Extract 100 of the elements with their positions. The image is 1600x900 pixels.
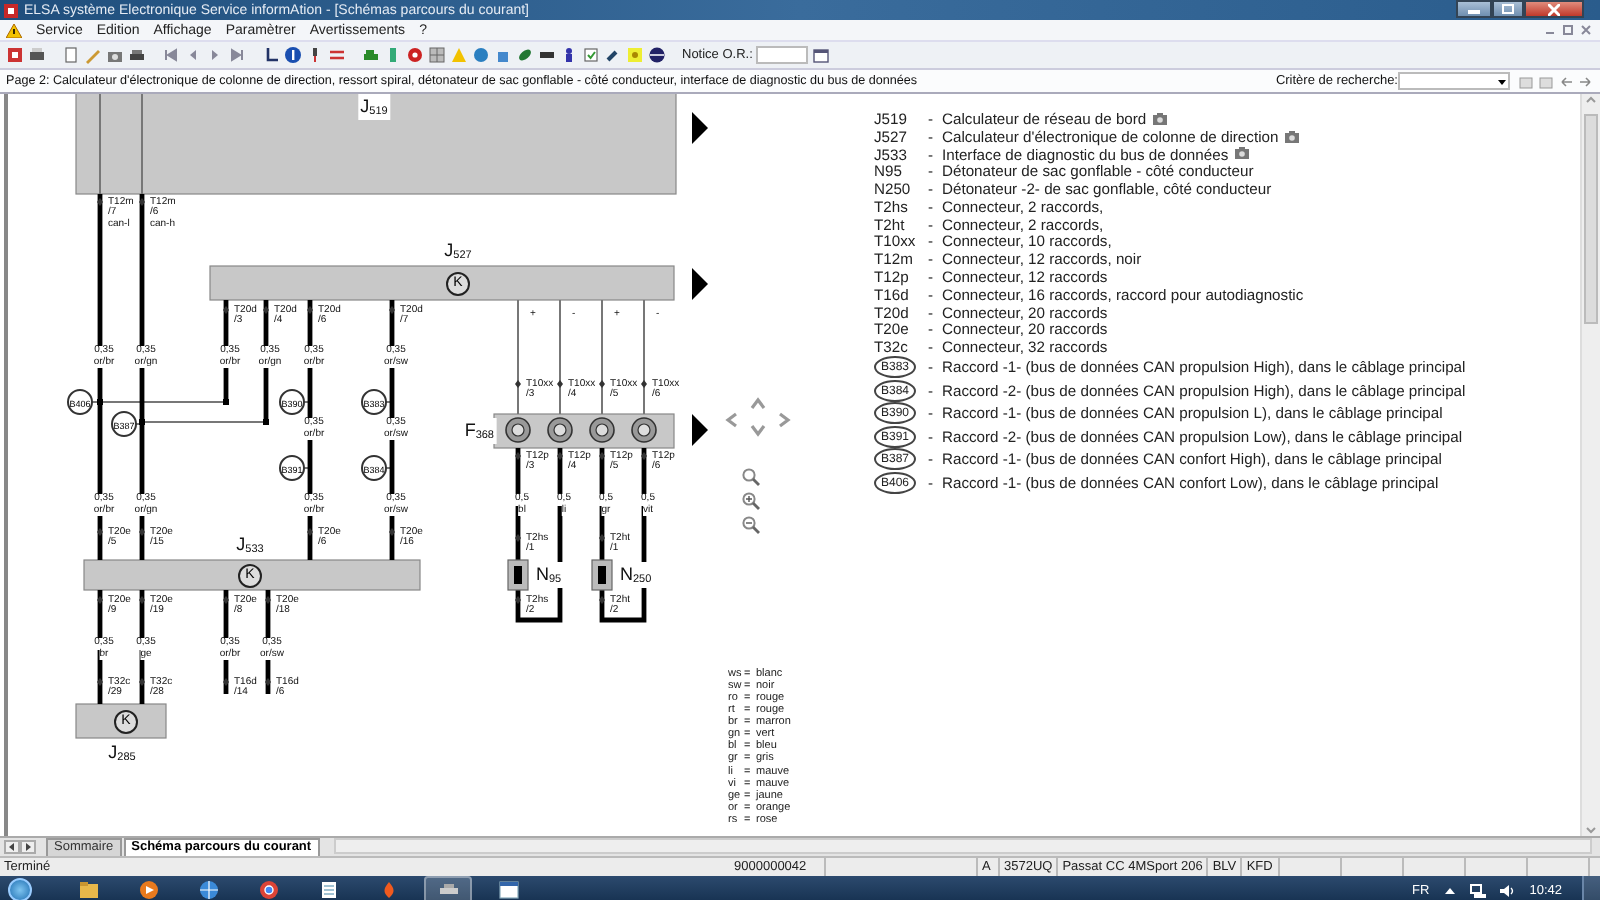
pin-marker — [515, 596, 521, 604]
wrench-icon[interactable] — [604, 46, 622, 64]
zoom-out-icon[interactable] — [742, 516, 760, 534]
component-label: N$_{95}$ — [534, 562, 564, 588]
printer-icon[interactable] — [28, 46, 46, 64]
play-icon — [137, 880, 159, 900]
igniter-drawing — [507, 559, 529, 591]
close-icon[interactable] — [1580, 24, 1592, 36]
pin-marker — [139, 198, 145, 206]
pin-marker — [641, 380, 647, 388]
notepad-icon — [317, 880, 339, 900]
scroll-right-icon[interactable] — [20, 840, 36, 854]
start-button[interactable] — [8, 878, 32, 900]
component-label: J$_{519}$ — [358, 94, 390, 120]
page-icon[interactable] — [62, 46, 80, 64]
pin-marker — [97, 596, 103, 604]
pin-marker — [307, 306, 313, 314]
component-label: J$_{527}$ — [442, 238, 474, 264]
pin-marker — [515, 534, 521, 542]
next-result-icon[interactable] — [1578, 73, 1594, 89]
pin-marker — [265, 596, 271, 604]
speaker-icon[interactable] — [1499, 883, 1516, 897]
flower-icon[interactable] — [406, 46, 424, 64]
camera-icon[interactable] — [106, 46, 124, 64]
maximize-icon — [1502, 4, 1514, 14]
stamp-icon[interactable] — [6, 46, 24, 64]
ring-icon — [257, 880, 279, 900]
pin-marker — [389, 528, 395, 536]
socket-icon — [589, 417, 615, 443]
scroll-down-icon — [1584, 824, 1598, 836]
socket-icon — [505, 417, 531, 443]
socket-icon — [547, 417, 573, 443]
triangle-arrow-icon[interactable] — [692, 414, 708, 446]
minimize-button[interactable] — [1456, 0, 1492, 18]
maximize-button[interactable] — [1492, 0, 1524, 18]
info-icon[interactable] — [284, 46, 302, 64]
notice-field[interactable] — [756, 46, 809, 64]
module-block — [75, 703, 167, 739]
grid-icon[interactable] — [428, 46, 446, 64]
chevron-right-icon[interactable] — [774, 409, 794, 429]
triangle-arrow-icon[interactable] — [692, 268, 708, 300]
component-label: J$_{285}$ — [106, 740, 138, 766]
figure-icon[interactable] — [560, 46, 578, 64]
chevron-down-icon[interactable] — [748, 420, 768, 440]
pin-marker — [515, 452, 521, 460]
pin-marker — [139, 528, 145, 536]
pin-marker — [307, 528, 313, 536]
chevron-up-icon[interactable] — [748, 394, 768, 414]
pin-marker — [557, 452, 563, 460]
swap-arrows-icon[interactable] — [328, 46, 346, 64]
wire — [601, 299, 603, 415]
pin-marker — [599, 452, 605, 460]
globe-icon[interactable] — [472, 46, 490, 64]
scrollbar[interactable] — [1580, 94, 1600, 836]
pin-marker — [223, 678, 229, 686]
minimize-icon — [1468, 5, 1480, 13]
zoom-in-icon[interactable] — [742, 492, 760, 510]
close-button[interactable] — [1524, 0, 1584, 18]
warning-icon — [6, 23, 22, 37]
restore-icon[interactable] — [1562, 24, 1574, 36]
igniter-drawing — [591, 559, 613, 591]
leaf-icon[interactable] — [516, 46, 534, 64]
tray-arrow-icon[interactable] — [1443, 885, 1456, 895]
checklist-icon[interactable] — [582, 46, 600, 64]
magnifier-icon[interactable] — [742, 468, 760, 486]
window-icon — [497, 880, 519, 900]
horizontal-scrollbar[interactable] — [333, 838, 1592, 854]
wire — [559, 299, 561, 415]
window-icon[interactable] — [812, 46, 831, 64]
scroll-up-icon — [1584, 94, 1598, 106]
component-label: J$_{533}$ — [234, 532, 266, 558]
pin-marker — [389, 306, 395, 314]
pin-marker — [641, 452, 647, 460]
last-icon[interactable] — [228, 46, 246, 64]
socket-icon — [631, 417, 657, 443]
folder-icon — [77, 880, 99, 900]
disc-icon[interactable] — [648, 46, 666, 64]
pin-marker — [223, 596, 229, 604]
pin-marker — [97, 678, 103, 686]
network-icon[interactable] — [1469, 883, 1486, 897]
scroll-left-icon[interactable] — [4, 840, 20, 854]
pin-marker — [599, 380, 605, 388]
pin-marker — [139, 596, 145, 604]
taskbar-button[interactable] — [424, 875, 472, 900]
first-icon[interactable] — [162, 46, 180, 64]
globe-icon — [197, 880, 219, 900]
scrollbar-thumb[interactable] — [1584, 114, 1598, 324]
chevron-left-icon[interactable] — [722, 409, 742, 429]
pin-marker — [557, 380, 563, 388]
pin-marker — [97, 528, 103, 536]
pin-marker — [265, 678, 271, 686]
pin-marker — [223, 306, 229, 314]
pin-marker — [599, 534, 605, 542]
close-icon — [1548, 3, 1560, 15]
pin-marker — [263, 306, 269, 314]
dropdown-caret-icon — [1496, 75, 1508, 87]
pin-marker — [139, 678, 145, 686]
component-label: N$_{250}$ — [618, 562, 654, 588]
previous-result-icon[interactable] — [1558, 73, 1574, 89]
triangle-arrow-icon[interactable] — [692, 112, 708, 144]
